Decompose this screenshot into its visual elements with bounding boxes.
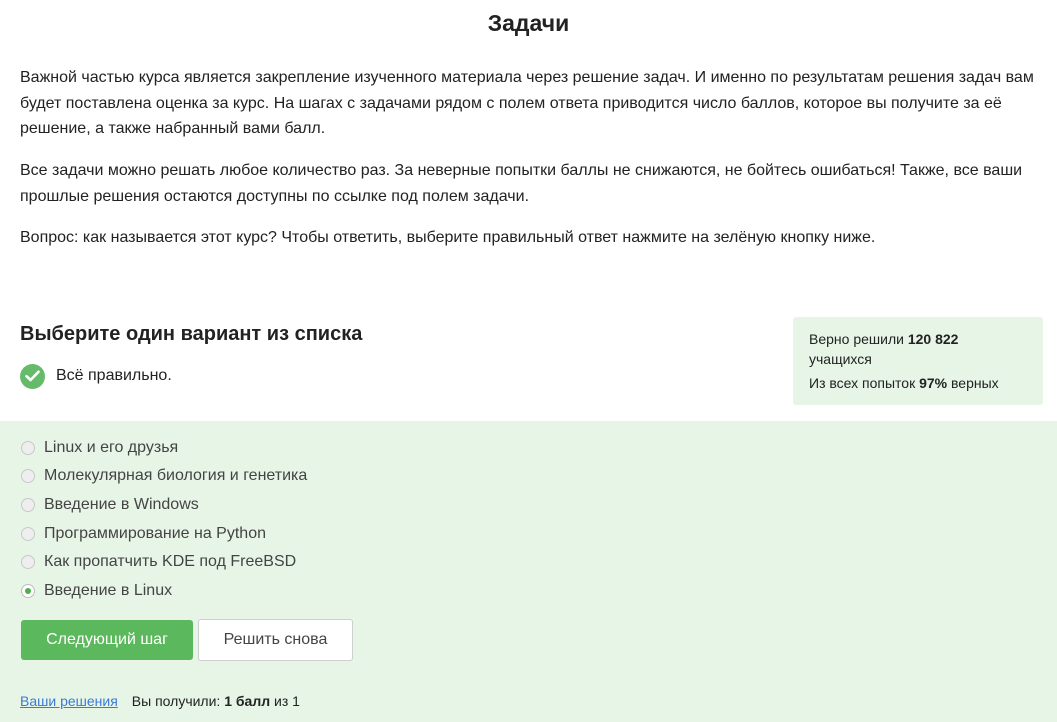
score-footer: Ваши решения Вы получили: 1 балл из 1 [20,693,300,709]
answer-panel: Linux и его друзья Молекулярная биология… [0,421,1057,722]
intro-paragraph-2: Все задачи можно решать любое количество… [20,162,1023,205]
option-label: Молекулярная биология и генетика [44,467,308,484]
intro-paragraph-3: Вопрос: как называется этот курс? Чтобы … [20,229,876,246]
option-label: Программирование на Python [44,525,266,542]
stats-solved-prefix: Верно решили [809,331,904,347]
option-item[interactable]: Linux и его друзья [20,438,178,458]
option-label: Как пропатчить KDE под FreeBSD [44,553,297,570]
solve-again-button[interactable]: Решить снова [198,619,353,661]
stats-box: Верно решили 120 822 учащихся Из всех по… [793,317,1043,405]
option-item[interactable]: Как пропатчить KDE под FreeBSD [20,552,296,572]
radio-button[interactable] [21,555,35,569]
intro-paragraph-1: Важной частью курса является закрепление… [20,69,1034,137]
score-prefix: Вы получили: [131,693,221,709]
status-text: Всё правильно. [56,367,172,384]
option-item[interactable]: Молекулярная биология и генетика [20,466,307,486]
quiz-title: Выберите один вариант из списка [20,323,363,345]
score-text: Вы получили: 1 балл из 1 [132,693,300,709]
stats-attempts-percent: 97% [919,375,948,391]
page-title: Задачи [487,10,570,36]
check-icon [20,363,45,389]
quiz-status: Всё правильно. [20,363,172,389]
score-value: 1 балл [224,693,271,709]
option-item[interactable]: Программирование на Python [20,524,266,544]
radio-button[interactable] [21,469,35,483]
your-solutions-link[interactable]: Ваши решения [20,693,118,709]
next-step-button[interactable]: Следующий шаг [21,620,193,660]
radio-button[interactable] [21,498,35,512]
stats-solved-suffix: учащихся [809,351,872,367]
score-suffix: из 1 [274,693,300,709]
radio-button[interactable] [21,441,35,455]
option-item[interactable]: Введение в Windows [20,495,199,515]
option-label: Введение в Linux [44,582,173,599]
stats-solved-count: 120 822 [907,331,959,347]
radio-button-selected[interactable] [21,584,35,598]
option-label: Введение в Windows [44,496,199,513]
stats-attempts-suffix: верных [951,375,999,391]
radio-dot [25,588,31,594]
option-item-selected[interactable]: Введение в Linux [20,581,172,601]
option-label: Linux и его друзья [44,439,179,456]
stats-solved: Верно решили 120 822 учащихся [809,329,1027,369]
radio-button[interactable] [21,527,35,541]
stats-attempts-prefix: Из всех попыток [809,375,916,391]
stats-attempts: Из всех попыток 97% верных [809,373,1027,393]
